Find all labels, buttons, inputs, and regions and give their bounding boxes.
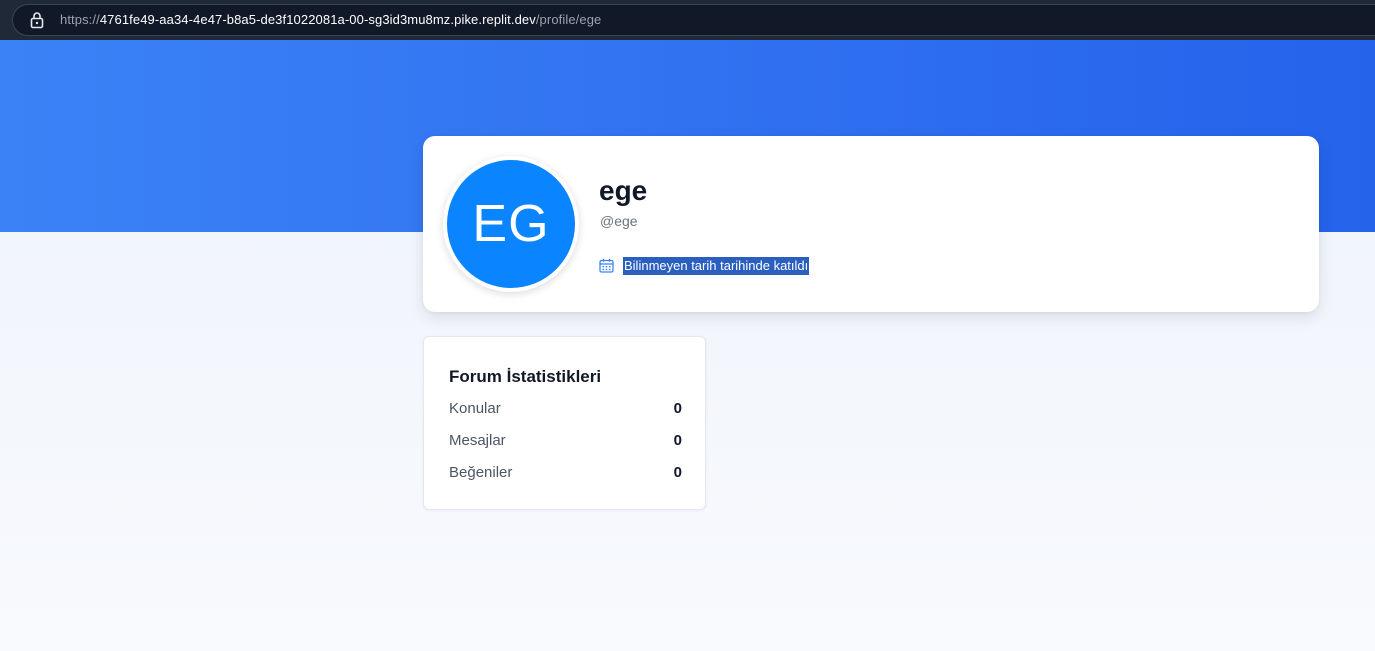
stat-label: Beğeniler (449, 464, 513, 481)
stat-row-likes: Beğeniler 0 (449, 462, 682, 484)
url-scheme: https:// (60, 12, 100, 27)
address-url[interactable]: https://4761fe49-aa34-4e47-b8a5-de3f1022… (60, 11, 601, 29)
calendar-icon (599, 258, 614, 273)
stat-row-messages: Mesajlar 0 (449, 430, 682, 452)
stat-value: 0 (673, 432, 682, 449)
stats-title: Forum İstatistikleri (449, 367, 602, 386)
stat-value: 0 (673, 400, 682, 417)
joined-date-text: Bilinmeyen tarih tarihinde katıldı (623, 257, 810, 275)
stat-value: 0 (673, 464, 682, 481)
profile-card: EG ege @ege Bilinmeyen tarih tarihinde k… (423, 136, 1319, 312)
avatar: EG (443, 156, 579, 292)
stat-label: Mesajlar (449, 432, 506, 449)
stat-row-topics: Konular 0 (449, 398, 682, 420)
avatar-initials: EG (447, 160, 575, 288)
forum-stats-card: Forum İstatistikleri Konular 0 Mesajlar … (423, 336, 706, 510)
url-path: /profile/ege (535, 12, 602, 27)
display-name: ege (599, 175, 648, 206)
browser-toolbar: https://4761fe49-aa34-4e47-b8a5-de3f1022… (0, 0, 1375, 40)
url-host: 4761fe49-aa34-4e47-b8a5-de3f1022081a-00-… (99, 12, 536, 27)
stat-label: Konular (449, 400, 501, 417)
username: @ege (600, 213, 638, 229)
lock-icon[interactable] (29, 11, 45, 29)
